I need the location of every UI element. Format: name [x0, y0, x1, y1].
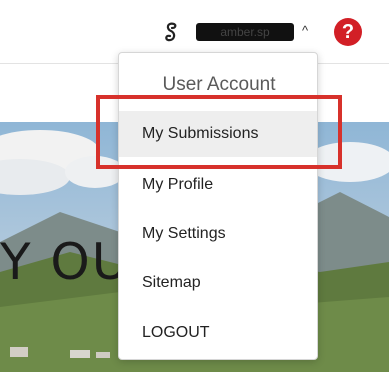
menu-item-my-profile[interactable]: My Profile — [119, 162, 317, 208]
menu-item-logout[interactable]: LOGOUT — [119, 310, 317, 356]
menu-item-my-settings[interactable]: My Settings — [119, 211, 317, 257]
username-label[interactable]: amber.sp — [196, 23, 294, 41]
help-icon[interactable]: ? — [334, 18, 362, 46]
hero-heading: Y OU — [0, 233, 131, 291]
dropdown-title: User Account — [162, 74, 276, 95]
chevron-up-icon[interactable]: ^ — [298, 22, 312, 40]
user-logo-icon[interactable] — [160, 20, 182, 46]
menu-item-my-submissions[interactable]: My Submissions — [119, 111, 317, 157]
menu-item-sitemap[interactable]: Sitemap — [119, 260, 317, 306]
user-account-dropdown: User Account My Submissions My Profile M… — [118, 52, 318, 360]
